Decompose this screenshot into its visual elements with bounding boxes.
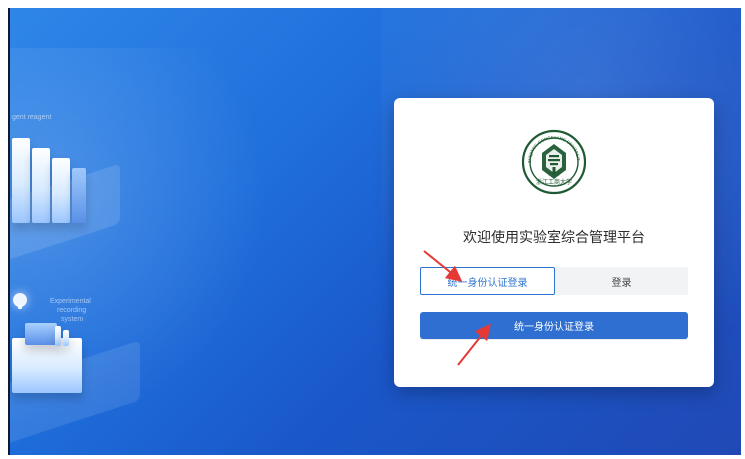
- university-seal-logo: 1911 ZHEJIANG GONGSHANG UNIVERSITY 浙江工商大…: [519, 125, 587, 195]
- lightbulb-icon: [13, 293, 27, 309]
- page-title: 欢迎使用实验室综合管理平台: [463, 230, 645, 246]
- illustration-bottom-label-1: Experimental: [50, 298, 91, 305]
- tab-login-label: 登录: [611, 277, 632, 289]
- university-seal-icon: 1911 ZHEJIANG GONGSHANG UNIVERSITY 浙江工商大…: [519, 125, 587, 195]
- illustration-bottom-label-2: recording: [57, 307, 87, 314]
- seal-year: 1911: [548, 172, 560, 178]
- illustration-bottom-instrument: [25, 323, 57, 345]
- illustration-bottom-bench: [12, 338, 82, 393]
- seal-chinese-name: 浙江工商大学: [536, 178, 572, 186]
- illustration-bottom-tube: [55, 326, 61, 346]
- illustration-bottom-label-3: system: [61, 316, 84, 323]
- illustration-bottom-tube-2: [63, 330, 69, 346]
- illustration-top-rack-2: [32, 148, 50, 223]
- login-card: 1911 ZHEJIANG GONGSHANG UNIVERSITY 浙江工商大…: [394, 98, 714, 387]
- tab-unified-auth-label: 统一身份认证登录: [447, 277, 528, 289]
- illustration-top-label: gent reagent: [12, 114, 52, 121]
- unified-auth-login-button-label: 统一身份认证登录: [514, 322, 594, 333]
- unified-auth-login-button[interactable]: 统一身份认证登录: [420, 312, 688, 339]
- tab-unified-auth[interactable]: 统一身份认证登录: [420, 267, 555, 295]
- illustration-top-rack-3: [52, 158, 70, 223]
- illustration-top-rack-shadow: [72, 168, 86, 223]
- illustration-top-rack-1: [12, 138, 30, 223]
- tab-login[interactable]: 登录: [555, 267, 688, 295]
- login-method-tabs: 统一身份认证登录 登录: [420, 267, 688, 295]
